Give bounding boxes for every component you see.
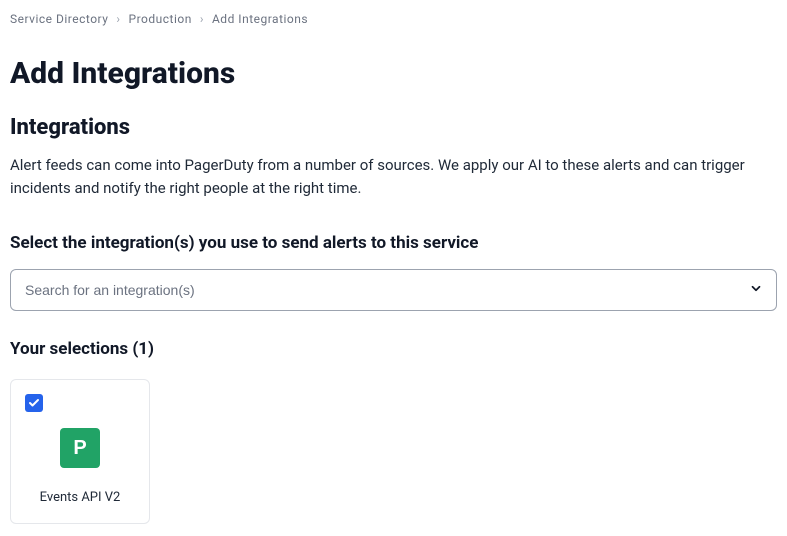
section-title: Integrations (10, 115, 777, 140)
integration-logo-letter: P (73, 437, 86, 460)
integration-card[interactable]: P Events API V2 (10, 379, 150, 524)
check-icon (28, 397, 40, 409)
integration-checkbox[interactable] (25, 394, 43, 412)
integration-search-wrap (10, 269, 777, 311)
section-description: Alert feeds can come into PagerDuty from… (10, 154, 750, 199)
breadcrumb-item-service-directory[interactable]: Service Directory (10, 12, 108, 26)
chevron-right-icon: › (200, 12, 204, 26)
breadcrumb-item-current: Add Integrations (212, 12, 308, 26)
breadcrumb: Service Directory › Production › Add Int… (10, 12, 777, 26)
integration-search-input[interactable] (10, 269, 777, 311)
chevron-right-icon: › (116, 12, 120, 26)
breadcrumb-item-production[interactable]: Production (129, 12, 192, 26)
integration-label: Events API V2 (40, 490, 121, 505)
page-title: Add Integrations (10, 56, 777, 91)
select-integration-heading: Select the integration(s) you use to sen… (10, 233, 777, 253)
integration-logo: P (60, 428, 100, 468)
your-selections-heading: Your selections (1) (10, 339, 777, 359)
